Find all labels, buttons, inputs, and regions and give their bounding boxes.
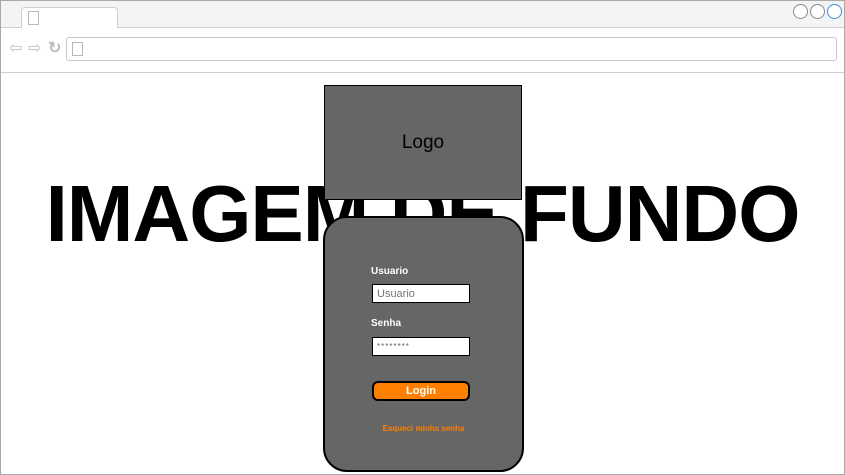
password-label: Senha [371,318,402,329]
window-controls [793,4,842,19]
tab-strip [1,1,844,28]
back-arrow-icon[interactable]: ⇦ [9,41,22,57]
page-icon [72,42,83,56]
minimize-button[interactable] [793,4,808,19]
username-label: Usuario [371,266,409,277]
forgot-password-link[interactable]: Esqueci minha senha [325,424,522,433]
reload-icon[interactable]: ↻ [48,41,61,57]
browser-toolbar: ⇦ ⇨ ↻ [1,28,844,73]
page-icon [28,11,39,25]
maximize-button[interactable] [810,4,825,19]
browser-tab[interactable] [21,7,118,28]
close-button[interactable] [827,4,842,19]
password-input[interactable] [372,337,470,356]
address-bar[interactable] [66,37,837,61]
login-panel: Usuario Senha Login Esqueci minha senha [323,216,524,472]
login-button[interactable]: Login [372,381,470,401]
username-input[interactable] [372,284,470,303]
browser-window: ⇦ ⇨ ↻ IMAGEM DE FUNDO Logo Usuario Senha… [0,0,845,475]
page-content: IMAGEM DE FUNDO Logo Usuario Senha Login… [1,73,844,474]
logo: Logo [324,85,522,200]
forward-arrow-icon[interactable]: ⇨ [28,41,41,57]
logo-label: Logo [401,131,445,153]
